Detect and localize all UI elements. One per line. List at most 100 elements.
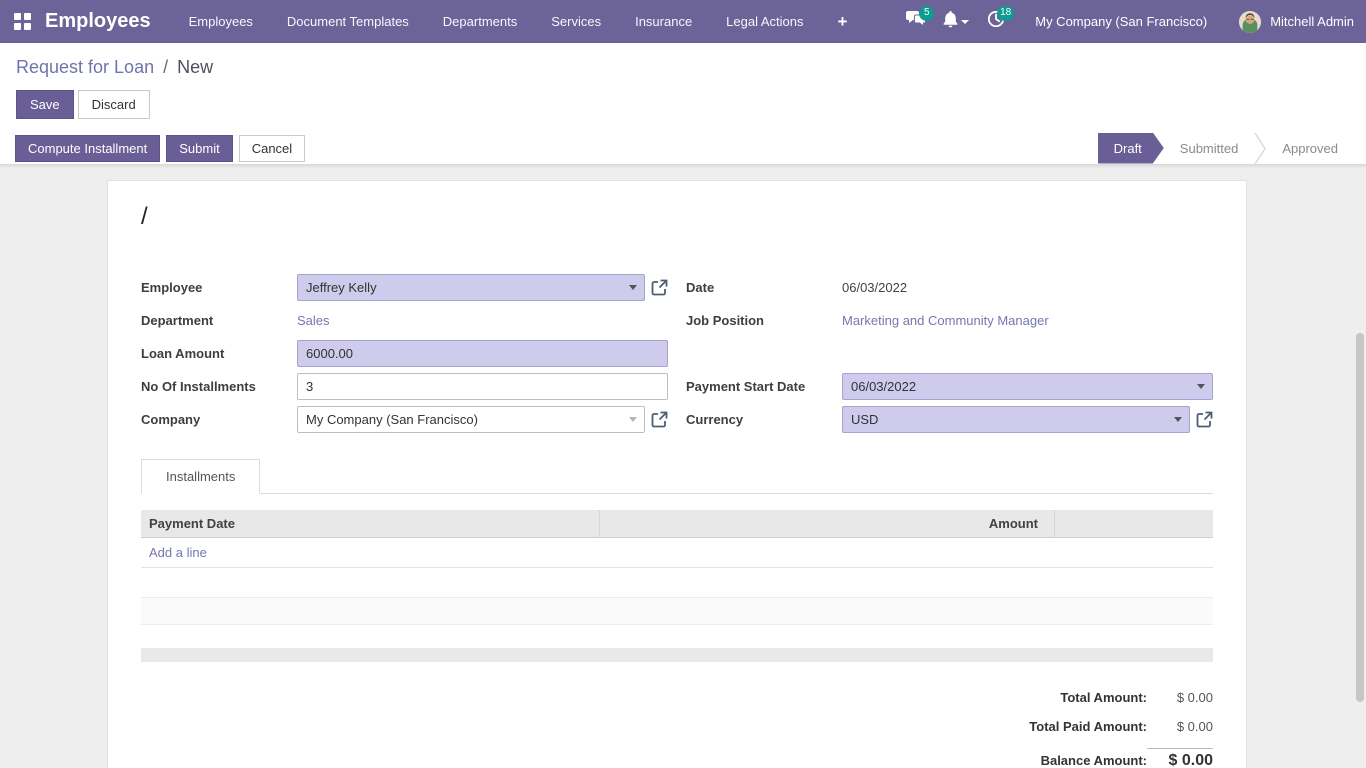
department-value-link[interactable]: Sales bbox=[297, 313, 330, 328]
activities-button[interactable]: 18 bbox=[981, 7, 1011, 37]
field-department: Department Sales bbox=[141, 304, 668, 337]
field-employee: Employee bbox=[141, 271, 668, 304]
company-label: Company bbox=[141, 412, 297, 427]
external-link-icon[interactable] bbox=[651, 411, 668, 428]
column-header-payment-date[interactable]: Payment Date bbox=[141, 510, 600, 537]
company-switcher[interactable]: My Company (San Francisco) bbox=[1035, 14, 1207, 29]
content-area: / Employee bbox=[0, 165, 1366, 768]
currency-input[interactable] bbox=[842, 406, 1190, 433]
app-name[interactable]: Employees bbox=[45, 10, 151, 33]
employee-input[interactable] bbox=[297, 274, 645, 301]
nav-right-section: 5 18 My Company (San Francisco) bbox=[901, 7, 1354, 37]
tab-bar: Installments bbox=[141, 459, 1213, 494]
messages-badge: 5 bbox=[919, 6, 934, 21]
add-a-line-link[interactable]: Add a line bbox=[149, 545, 207, 560]
table-header-row: Payment Date Amount bbox=[141, 510, 1213, 538]
messages-button[interactable]: 5 bbox=[901, 7, 931, 37]
breadcrumb-parent-link[interactable]: Request for Loan bbox=[16, 57, 154, 77]
total-amount-row: Total Amount: $ 0.00 bbox=[141, 690, 1213, 705]
total-paid-amount-row: Total Paid Amount: $ 0.00 bbox=[141, 719, 1213, 734]
loan-amount-label: Loan Amount bbox=[141, 346, 297, 361]
form-left-column: Employee bbox=[141, 271, 668, 436]
status-step-approved[interactable]: Approved bbox=[1266, 133, 1354, 164]
column-header-trailing bbox=[1055, 510, 1213, 537]
breadcrumb-separator: / bbox=[163, 57, 168, 77]
nav-item-document-templates[interactable]: Document Templates bbox=[287, 14, 409, 29]
field-company: Company bbox=[141, 403, 668, 436]
form-statusbar: Compute Installment Submit Cancel Draft … bbox=[0, 132, 1366, 165]
control-panel: Request for Loan / New Save Discard bbox=[0, 43, 1366, 132]
date-label: Date bbox=[686, 280, 842, 295]
external-link-icon[interactable] bbox=[651, 279, 668, 296]
department-label: Department bbox=[141, 313, 297, 328]
nav-item-employees[interactable]: Employees bbox=[189, 14, 253, 29]
top-navbar: Employees Employees Document Templates D… bbox=[0, 0, 1366, 43]
balance-amount-row: Balance Amount: $ 0.00 bbox=[141, 748, 1213, 768]
caret-down-icon bbox=[961, 20, 969, 24]
total-paid-amount-label: Total Paid Amount: bbox=[1029, 719, 1147, 734]
compute-installment-button[interactable]: Compute Installment bbox=[15, 135, 160, 162]
installments-table: Payment Date Amount Add a line bbox=[141, 510, 1213, 662]
breadcrumb: Request for Loan / New bbox=[16, 57, 1350, 78]
company-input[interactable] bbox=[297, 406, 645, 433]
vertical-scrollbar[interactable] bbox=[1356, 333, 1364, 702]
employee-label: Employee bbox=[141, 280, 297, 295]
add-line-row: Add a line bbox=[141, 538, 1213, 568]
nav-add-menu-button[interactable]: + bbox=[838, 12, 848, 32]
empty-stripe-row bbox=[141, 597, 1213, 625]
record-action-buttons: Save Discard bbox=[16, 90, 1350, 119]
field-date: Date 06/03/2022 bbox=[686, 271, 1213, 304]
field-spacer bbox=[686, 337, 1213, 370]
nav-item-legal-actions[interactable]: Legal Actions bbox=[726, 14, 803, 29]
submit-button[interactable]: Submit bbox=[166, 135, 232, 162]
payment-start-date-label: Payment Start Date bbox=[686, 379, 842, 394]
totals-section: Total Amount: $ 0.00 Total Paid Amount: … bbox=[141, 690, 1213, 768]
record-name[interactable]: / bbox=[141, 203, 1213, 231]
payment-start-date-input[interactable] bbox=[842, 373, 1213, 400]
installments-count-label: No Of Installments bbox=[141, 379, 297, 394]
bell-icon bbox=[943, 11, 958, 33]
table-gap bbox=[141, 568, 1213, 597]
total-amount-value: $ 0.00 bbox=[1147, 690, 1213, 705]
status-pipeline: Draft Submitted Approved bbox=[1098, 133, 1354, 164]
nav-item-services[interactable]: Services bbox=[551, 14, 601, 29]
total-amount-label: Total Amount: bbox=[1060, 690, 1147, 705]
notebook: Installments Payment Date Amount Add a l… bbox=[141, 459, 1213, 662]
save-button[interactable]: Save bbox=[16, 90, 74, 119]
job-position-label: Job Position bbox=[686, 313, 842, 328]
nav-item-insurance[interactable]: Insurance bbox=[635, 14, 692, 29]
nav-item-departments[interactable]: Departments bbox=[443, 14, 517, 29]
field-job-position: Job Position Marketing and Community Man… bbox=[686, 304, 1213, 337]
tab-installments[interactable]: Installments bbox=[141, 459, 260, 494]
user-avatar bbox=[1239, 11, 1261, 33]
balance-amount-label: Balance Amount: bbox=[1041, 753, 1147, 768]
chevron-right-icon bbox=[1254, 133, 1266, 164]
currency-label: Currency bbox=[686, 412, 842, 427]
field-loan-amount: Loan Amount bbox=[141, 337, 668, 370]
discard-button[interactable]: Discard bbox=[78, 90, 150, 119]
column-header-amount[interactable]: Amount bbox=[600, 510, 1055, 537]
breadcrumb-current: New bbox=[177, 57, 213, 77]
date-value: 06/03/2022 bbox=[842, 280, 1213, 295]
cancel-button[interactable]: Cancel bbox=[239, 135, 305, 162]
apps-grid-icon[interactable] bbox=[14, 13, 31, 30]
balance-amount-value: $ 0.00 bbox=[1147, 748, 1213, 768]
form-fields: Employee bbox=[141, 271, 1213, 436]
loan-amount-input[interactable] bbox=[297, 340, 668, 367]
nav-menus: Employees Document Templates Departments… bbox=[189, 14, 804, 29]
form-sheet: / Employee bbox=[107, 180, 1247, 768]
user-menu[interactable]: Mitchell Admin bbox=[1239, 11, 1354, 33]
status-step-draft[interactable]: Draft bbox=[1098, 133, 1164, 164]
notifications-button[interactable] bbox=[941, 7, 971, 37]
table-footer-strip bbox=[141, 648, 1213, 662]
field-currency: Currency bbox=[686, 403, 1213, 436]
status-step-submitted[interactable]: Submitted bbox=[1164, 133, 1255, 164]
form-right-column: Date 06/03/2022 Job Position Marketing a… bbox=[686, 271, 1213, 436]
total-paid-amount-value: $ 0.00 bbox=[1147, 719, 1213, 734]
installments-count-input[interactable] bbox=[297, 373, 668, 400]
job-position-value-link[interactable]: Marketing and Community Manager bbox=[842, 313, 1049, 328]
field-payment-start-date: Payment Start Date bbox=[686, 370, 1213, 403]
external-link-icon[interactable] bbox=[1196, 411, 1213, 428]
field-installments-count: No Of Installments bbox=[141, 370, 668, 403]
activities-badge: 18 bbox=[997, 6, 1014, 21]
